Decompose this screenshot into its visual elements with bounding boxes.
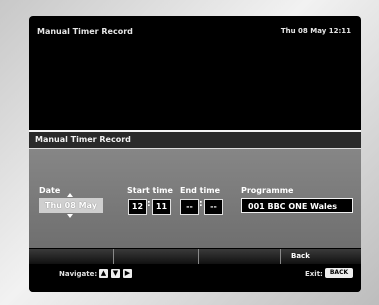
up-arrow-icon: ▲ [99,269,108,278]
footer: Navigate: ▲ ▼ ▶ Exit: BACK [29,264,361,292]
back-key-slot[interactable]: Back [281,249,361,264]
start-time-separator: : [147,199,151,209]
tv-screen: Manual Timer Record Thu 08 May 12:11 Man… [29,16,361,292]
end-time-separator: : [199,199,203,209]
page-title: Manual Timer Record [37,27,133,36]
top-bar: Manual Timer Record Thu 08 May 12:11 [29,16,361,46]
end-time-label: End time [180,186,220,195]
end-minute-field[interactable]: -- [204,199,223,215]
key-bar: Back [29,249,361,264]
yellow-key-slot[interactable] [199,249,281,264]
right-arrow-icon: ▶ [123,269,132,278]
back-key-label: Back [291,252,310,260]
timer-panel: Manual Timer Record Date Thu 08 May Star… [29,132,361,248]
red-key-slot[interactable] [29,249,114,264]
green-key-slot[interactable] [114,249,199,264]
start-hour-field[interactable]: 12 [128,199,147,215]
start-time-label: Start time [127,186,173,195]
date-up-arrow-icon[interactable] [67,193,73,197]
programme-field[interactable]: 001 BBC ONE Wales [241,198,353,213]
programme-label: Programme [241,186,294,195]
clock: Thu 08 May 12:11 [280,27,351,35]
date-down-arrow-icon[interactable] [67,214,73,218]
back-button[interactable]: BACK [325,268,353,278]
date-label: Date [39,186,61,195]
panel-title: Manual Timer Record [29,132,361,148]
navigate-label: Navigate: [59,270,98,278]
start-minute-field[interactable]: 11 [152,199,171,215]
exit-label: Exit: [305,270,323,278]
date-field[interactable]: Thu 08 May [39,198,103,213]
panel-divider [29,148,361,149]
end-hour-field[interactable]: -- [180,199,199,215]
video-preview [29,46,361,130]
down-arrow-icon: ▼ [111,269,120,278]
